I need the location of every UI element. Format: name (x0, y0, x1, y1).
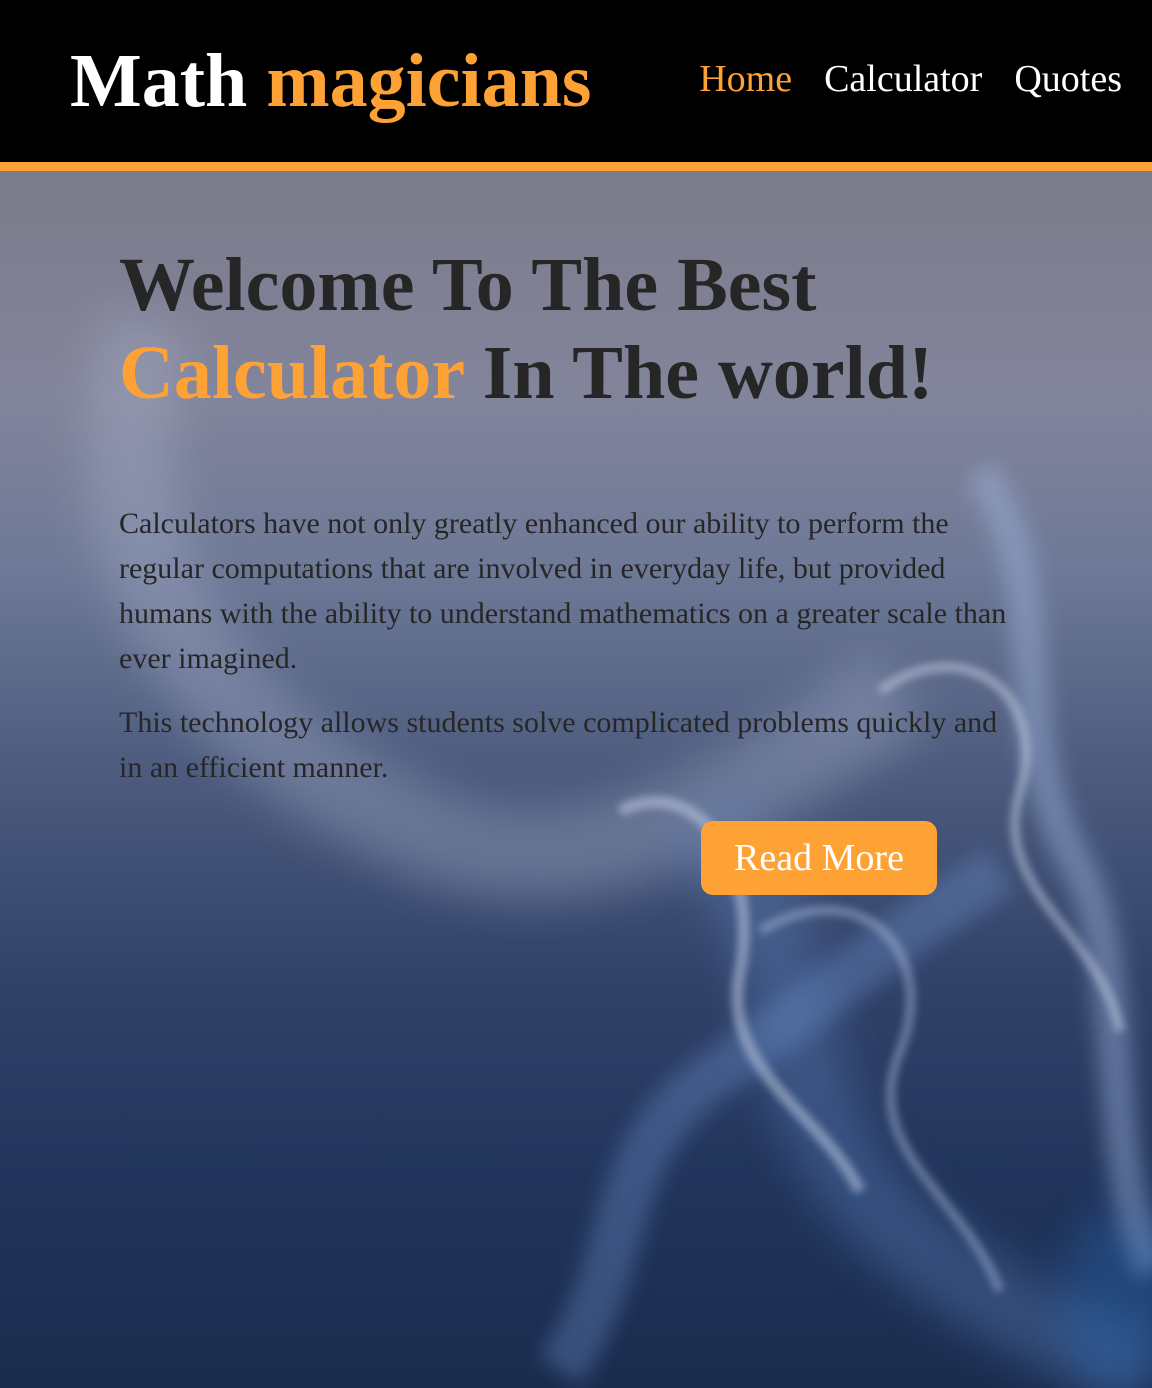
hero-title-accent: Calculator (119, 331, 464, 415)
hero-section: Welcome To The Best Calculator In The wor… (0, 171, 1152, 1388)
main-nav: Home Calculator Quotes (699, 56, 1122, 102)
hero-title: Welcome To The Best Calculator In The wor… (119, 241, 1019, 417)
hero-title-part2: In The world! (482, 331, 934, 415)
read-more-button[interactable]: Read More (701, 821, 937, 895)
logo-word-magicians: magicians (266, 39, 592, 123)
hero-content: Welcome To The Best Calculator In The wor… (119, 241, 1019, 790)
nav-link-calculator[interactable]: Calculator (824, 56, 982, 102)
hero-title-part1: Welcome To The Best (119, 243, 817, 327)
site-logo[interactable]: Math magicians (70, 36, 591, 126)
nav-link-home[interactable]: Home (699, 56, 792, 102)
site-header: Math magicians Home Calculator Quotes (0, 0, 1152, 171)
hero-paragraph-2: This technology allows students solve co… (119, 706, 998, 784)
logo-word-math: Math (70, 39, 248, 123)
hero-paragraph-1: Calculators have not only greatly enhanc… (119, 507, 1007, 675)
nav-link-quotes[interactable]: Quotes (1014, 56, 1122, 102)
